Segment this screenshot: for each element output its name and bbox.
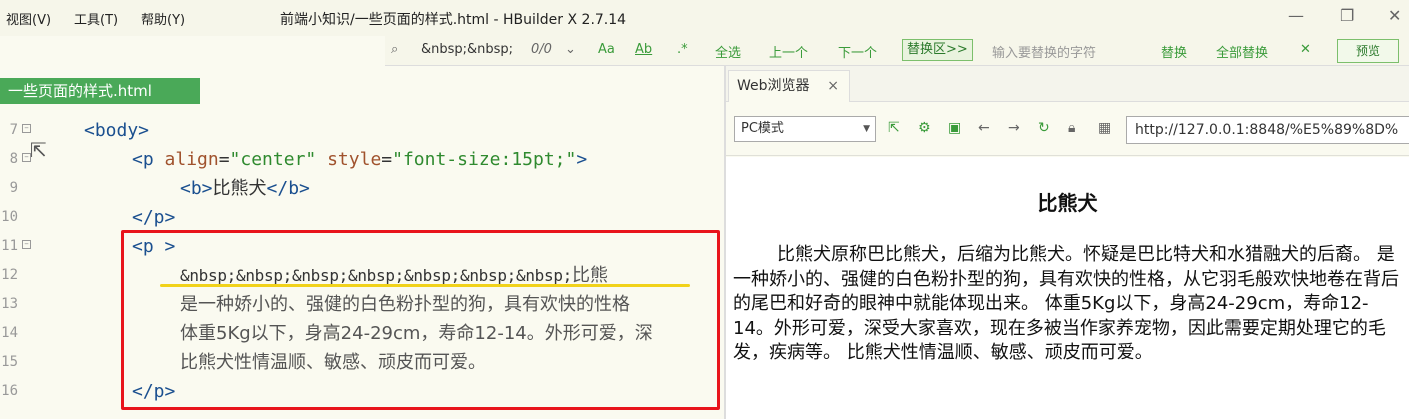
browser-viewport: 比熊犬 比熊犬原称巴比熊犬，后缩为比熊犬。怀疑是巴比特犬和水猎融犬的后裔。 是一… [726,157,1409,419]
match-case-toggle[interactable]: Aa [598,42,615,57]
url-input[interactable]: http://127.0.0.1:8848/%E5%89%8D% [1126,116,1409,144]
code-line: 9 <b>比熊犬</b> [0,174,724,203]
fold-icon[interactable]: − [22,240,31,249]
browser-toolbar: PC模式 ▼ ⇱ ⚙ ▣ ← → ↻ 🔒︎ ▦ http://127.0.0.1… [726,102,1409,156]
back-arrow-icon[interactable]: ← [978,120,990,136]
close-findbar-icon[interactable]: ✕ [1300,42,1311,57]
close-window-icon[interactable]: ✕ [1388,6,1401,25]
code-token: = [218,149,230,170]
code-line: 7 − <body> [0,116,724,145]
line-number: 14 [1,325,18,341]
search-input[interactable]: &nbsp;&nbsp; [421,42,513,57]
code-token: </p> [132,207,176,228]
qr-code-icon[interactable]: ▦ [1098,120,1111,136]
code-token: "center" [229,149,317,170]
next-match-button[interactable]: 下一个 [838,42,877,61]
line-number: 12 [1,267,18,283]
editor-tab[interactable]: 一些页面的样式.html [0,78,200,104]
preview-button[interactable]: 预览 [1337,39,1399,63]
code-token: <body> [84,120,150,141]
title-bar: 视图(V) 工具(T) 帮助(Y) 前端小知识/一些页面的样式.html - H… [0,0,1409,36]
code-token: </b> [266,178,310,199]
menu-tools[interactable]: 工具(T) [74,9,118,28]
line-number: 13 [1,296,18,312]
select-all-button[interactable]: 全选 [715,42,741,61]
line-number: 10 [1,209,18,225]
dropdown-arrow-icon: ▼ [863,124,870,134]
find-replace-bar: ⌕ &nbsp;&nbsp; 0/0 ⌄ Aa Ab .* 全选 上一个 下一个… [385,36,1409,66]
browser-tab-bar: Web浏览器 × [726,66,1409,102]
replace-button[interactable]: 替换 [1161,42,1187,61]
page-paragraph: 比熊犬原称巴比熊犬，后缩为比熊犬。怀疑是巴比特犬和水猎融犬的后裔。 是一种娇小的… [733,244,1399,363]
code-token: <b> [180,178,213,199]
code-line: 10 </p> [0,203,724,232]
regex-toggle[interactable]: .* [677,42,688,57]
window-title: 前端小知识/一些页面的样式.html - HBuilder X 2.7.14 [280,12,627,28]
fold-icon[interactable]: − [22,124,31,133]
line-number: 9 [9,180,18,196]
line-number: 16 [1,383,18,399]
minimize-icon[interactable]: — [1288,6,1304,25]
code-token: = [381,149,393,170]
code-token: "font-size:15pt;" [392,149,577,170]
line-number: 15 [1,354,18,370]
replace-area-button[interactable]: 替换区>> [902,39,973,61]
replace-all-button[interactable]: 全部替换 [1216,42,1268,61]
browser-tab[interactable]: Web浏览器 × [728,70,850,102]
device-mode-select[interactable]: PC模式 ▼ [734,116,876,142]
line-number: 11 [1,238,18,254]
line-number: 8 [9,151,18,167]
code-token: <p [132,149,165,170]
replace-input[interactable]: 输入要替换的字符 [992,42,1096,61]
history-dropdown-icon[interactable]: ⌄ [565,42,576,57]
code-token: 比熊犬 [212,178,267,199]
mouse-cursor-icon: ⇱ [30,138,47,162]
close-tab-icon[interactable]: × [827,71,839,101]
refresh-icon[interactable]: ↻ [1038,120,1050,136]
code-token: align [164,149,219,170]
menu-view[interactable]: 视图(V) [6,9,51,28]
console-icon[interactable]: ▣ [948,120,961,136]
open-external-icon[interactable]: ⇱ [888,120,900,136]
whole-word-toggle[interactable]: Ab [635,42,652,57]
settings-gear-icon[interactable]: ⚙ [918,120,931,136]
forward-arrow-icon[interactable]: → [1008,120,1020,136]
lock-icon[interactable]: 🔒︎ [1068,120,1075,136]
red-annotation-box [121,230,720,410]
browser-tab-label: Web浏览器 [737,78,810,94]
search-icon: ⌕ [391,42,399,57]
code-token: style [327,149,382,170]
code-token: > [576,149,588,170]
line-number: 7 [9,122,18,138]
previous-match-button[interactable]: 上一个 [769,42,808,61]
page-heading: 比熊犬 [1037,191,1098,215]
code-line: 8 − <p align="center" style="font-size:1… [0,145,724,174]
device-mode-value: PC模式 [741,121,784,136]
menu-help[interactable]: 帮助(Y) [141,9,185,28]
match-count: 0/0 [531,42,552,57]
maximize-icon[interactable]: ❐ [1340,6,1354,25]
